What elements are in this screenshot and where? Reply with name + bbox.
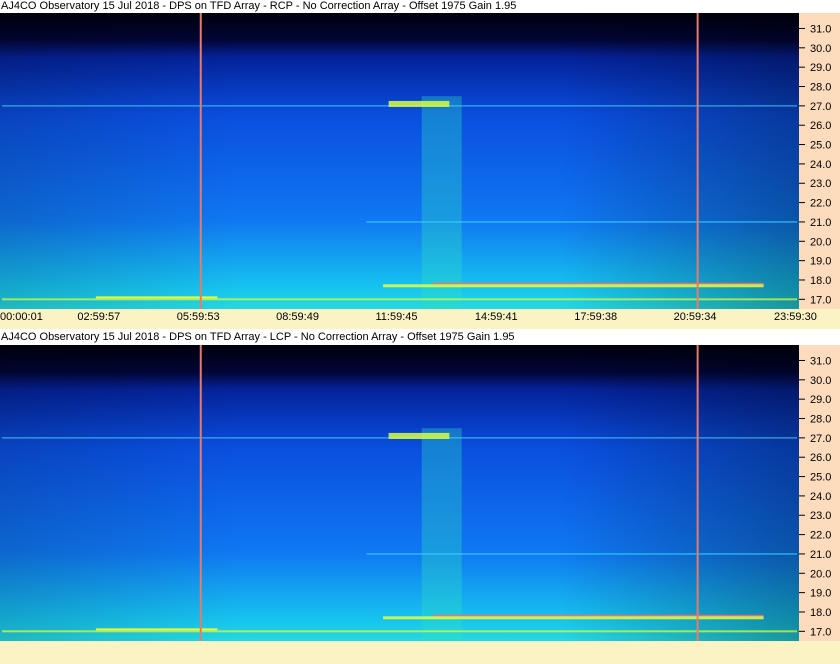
frequency-tick-label: 19.0 <box>810 588 831 600</box>
frequency-tick-label: 24.0 <box>810 159 831 171</box>
frequency-tick-label: 24.0 <box>810 491 831 503</box>
frequency-tick-label: 28.0 <box>810 82 831 94</box>
interference-band <box>366 553 797 555</box>
time-tick-label: 20:59:34 <box>673 311 717 323</box>
interference-band <box>2 298 797 301</box>
frequency-tick-label: 29.0 <box>810 62 831 74</box>
frequency-tick-label: 26.0 <box>810 120 831 132</box>
frequency-tick-label: 29.0 <box>810 394 831 406</box>
interference-band <box>366 221 797 223</box>
time-tick-label: 05:59:53 <box>176 311 220 323</box>
interference-band <box>388 432 450 439</box>
noise-column <box>421 428 462 641</box>
frequency-tick-label: 21.0 <box>810 217 831 229</box>
rcp-panel-title: AJ4CO Observatory 15 Jul 2018 - DPS on T… <box>1 0 517 12</box>
lcp-spectrogram-plot <box>0 345 799 641</box>
interference-band <box>383 284 764 288</box>
time-axis: 00:00:01 02:59:57 05:59:53 08:59:49 11:59:45… <box>0 309 840 329</box>
lcp-time-axis-strip <box>0 641 840 664</box>
interference-band <box>383 616 764 620</box>
time-tick-label: 08:59:49 <box>276 311 319 323</box>
frequency-tick-label: 22.0 <box>810 530 831 542</box>
frequency-tick-label: 20.0 <box>810 236 831 248</box>
frequency-tick-label: 27.0 <box>810 433 831 445</box>
noise-column <box>421 96 462 309</box>
frequency-tick-label: 30.0 <box>810 375 831 387</box>
interference-band <box>95 628 218 631</box>
frequency-tick-label: 28.0 <box>810 414 831 426</box>
frequency-tick-label: 17.0 <box>810 626 831 638</box>
frequency-tick-label: 31.0 <box>810 23 831 35</box>
rcp-spectrogram[interactable] <box>0 13 799 309</box>
time-tick-label: 14:59:41 <box>474 311 518 323</box>
time-tick-label: 02:59:57 <box>77 311 121 323</box>
frequency-tick-label: 23.0 <box>810 178 831 190</box>
lcp-frequency-axis: 17.0 18.0 19.0 20.0 21.0 22.0 23.0 24.0 25.0 26.0… <box>799 345 840 641</box>
frequency-tick-label: 30.0 <box>810 43 831 55</box>
frequency-tick-label: 25.0 <box>810 140 831 152</box>
time-tick-label: 11:59:45 <box>375 311 418 323</box>
interference-band <box>388 100 450 107</box>
rcp-spectrogram-plot <box>0 13 799 309</box>
lcp-spectrogram[interactable] <box>0 345 799 641</box>
frequency-tick-label: 23.0 <box>810 510 831 522</box>
frequency-tick-label: 25.0 <box>810 472 831 484</box>
time-tick-label: 00:00:01 <box>0 311 43 323</box>
lcp-panel-title: AJ4CO Observatory 15 Jul 2018 - DPS on T… <box>1 331 515 343</box>
frequency-tick-label: 21.0 <box>810 549 831 561</box>
frequency-tick-label: 27.0 <box>810 101 831 113</box>
rcp-frequency-axis: 17.0 18.0 19.0 20.0 21.0 22.0 23.0 24.0 25.0 26.0… <box>799 13 840 309</box>
frequency-tick-label: 19.0 <box>810 256 831 268</box>
frequency-tick-label: 18.0 <box>810 275 831 287</box>
frequency-tick-label: 31.0 <box>810 355 831 367</box>
frequency-tick-label: 26.0 <box>810 452 831 464</box>
time-tick-label: 17:59:38 <box>574 311 618 323</box>
frequency-tick-label: 18.0 <box>810 607 831 619</box>
frequency-tick-label: 20.0 <box>810 568 831 580</box>
time-tick-label: 23:59:30 <box>774 311 817 323</box>
interference-band <box>95 296 218 299</box>
frequency-tick-label: 22.0 <box>810 198 831 210</box>
interference-band <box>2 630 797 633</box>
frequency-tick-label: 17.0 <box>810 294 831 306</box>
